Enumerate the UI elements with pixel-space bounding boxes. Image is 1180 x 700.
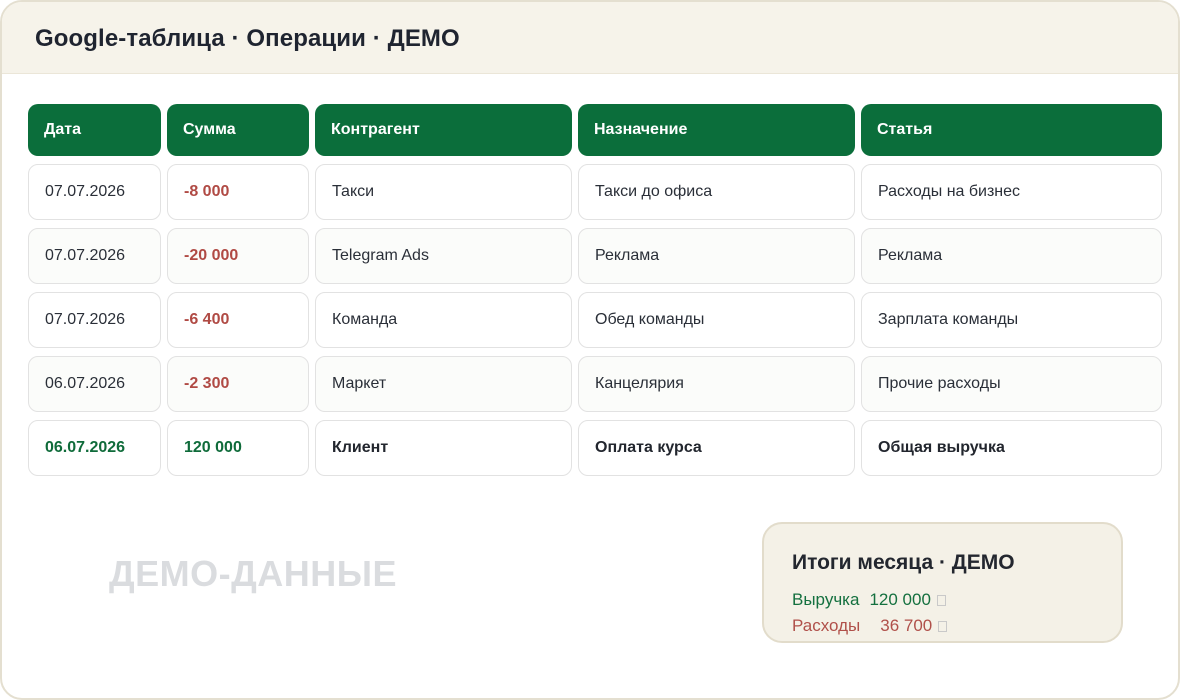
revenue-value: 120 000	[869, 590, 931, 609]
expenses-label: Расходы	[792, 616, 861, 635]
cell-counterparty[interactable]: Такси	[315, 164, 572, 220]
operations-table: Дата Сумма Контрагент Назначение Статья …	[28, 104, 1162, 476]
page-title: Google-таблица · Операции · ДЕМО	[35, 25, 460, 52]
column-header-counterparty[interactable]: Контрагент	[315, 104, 572, 156]
expenses-value: 36 700	[880, 616, 933, 635]
cell-category[interactable]: Реклама	[861, 228, 1162, 284]
monthly-summary-card: Итоги месяца · ДЕМО Выручка 120 000 Расх…	[762, 522, 1123, 643]
column-header-purpose[interactable]: Назначение	[578, 104, 855, 156]
cell-purpose[interactable]: Такси до офиса	[578, 164, 855, 220]
cell-counterparty[interactable]: Telegram Ads	[315, 228, 572, 284]
title-bar: Google-таблица · Операции · ДЕМО	[2, 2, 1178, 74]
cell-category[interactable]: Общая выручка	[861, 420, 1162, 476]
cell-amount[interactable]: 120 000	[167, 420, 309, 476]
app-window: Google-таблица · Операции · ДЕМО Дата Су…	[0, 0, 1180, 700]
cell-purpose[interactable]: Канцелярия	[578, 356, 855, 412]
column-header-amount[interactable]: Сумма	[167, 104, 309, 156]
cell-counterparty[interactable]: Клиент	[315, 420, 572, 476]
cell-category[interactable]: Зарплата команды	[861, 292, 1162, 348]
cell-amount[interactable]: -6 400	[167, 292, 309, 348]
summary-expenses-line: Расходы 36 700	[792, 616, 948, 636]
column-header-category[interactable]: Статья	[861, 104, 1162, 156]
cell-counterparty[interactable]: Маркет	[315, 356, 572, 412]
revenue-label: Выручка	[792, 590, 860, 609]
box-icon	[936, 594, 946, 606]
cell-purpose[interactable]: Оплата курса	[578, 420, 855, 476]
cell-date[interactable]: 07.07.2026	[28, 164, 161, 220]
cell-date[interactable]: 06.07.2026	[28, 420, 161, 476]
cell-amount[interactable]: -2 300	[167, 356, 309, 412]
box-icon	[938, 620, 948, 632]
cell-category[interactable]: Расходы на бизнес	[861, 164, 1162, 220]
cell-purpose[interactable]: Реклама	[578, 228, 855, 284]
cell-date[interactable]: 07.07.2026	[28, 292, 161, 348]
column-header-date[interactable]: Дата	[28, 104, 161, 156]
cell-category[interactable]: Прочие расходы	[861, 356, 1162, 412]
cell-amount[interactable]: -20 000	[167, 228, 309, 284]
cell-amount[interactable]: -8 000	[167, 164, 309, 220]
demo-watermark: ДЕМО-ДАННЫЕ	[109, 553, 398, 594]
summary-revenue-line: Выручка 120 000	[792, 590, 946, 610]
cell-purpose[interactable]: Обед команды	[578, 292, 855, 348]
cell-counterparty[interactable]: Команда	[315, 292, 572, 348]
cell-date[interactable]: 06.07.2026	[28, 356, 161, 412]
summary-title: Итоги месяца · ДЕМО	[792, 551, 1015, 574]
cell-date[interactable]: 07.07.2026	[28, 228, 161, 284]
